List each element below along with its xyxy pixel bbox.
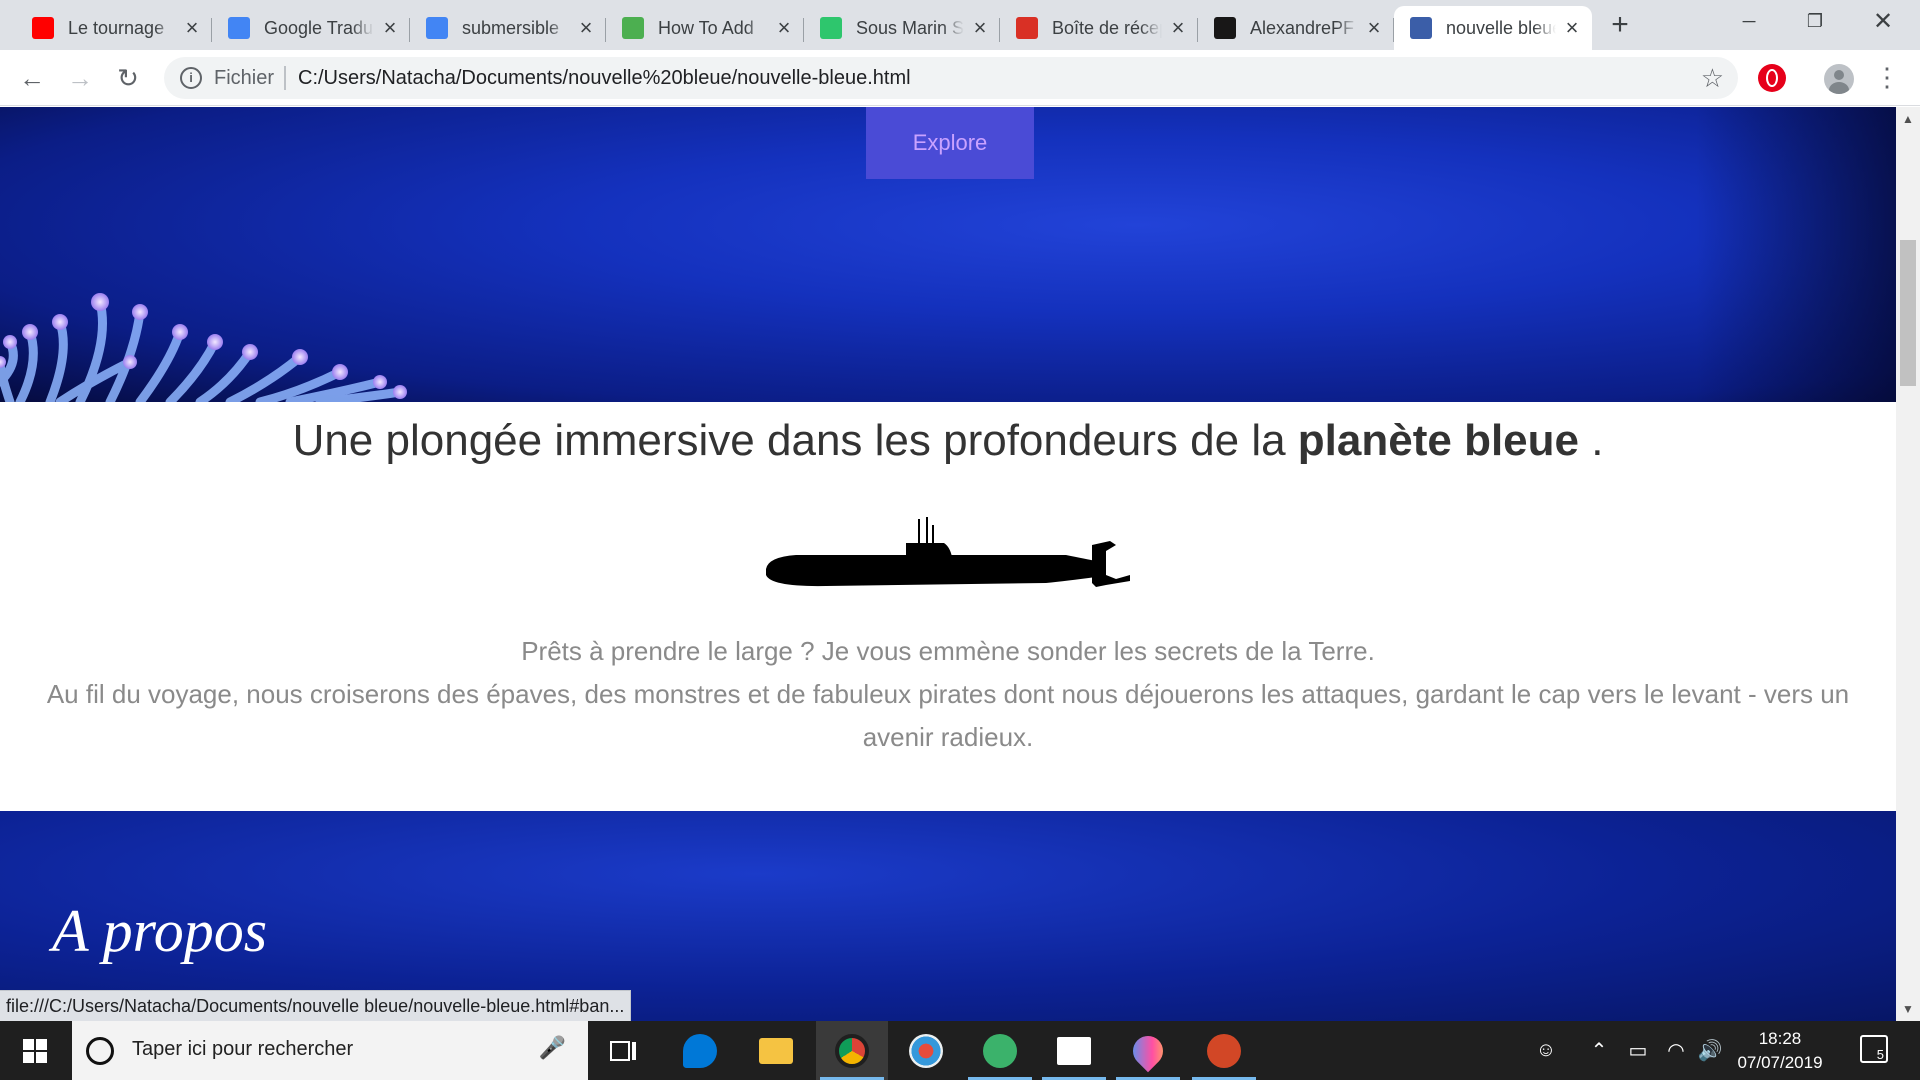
battery-icon[interactable]: ▭ xyxy=(1620,1021,1656,1080)
windows-taskbar: Taper ici pour rechercher 🎤 ☺ ⌃ ▭ ◠ 🔊 18… xyxy=(0,1021,1920,1080)
tab-1[interactable]: Google Traduction × xyxy=(212,6,410,50)
microphone-icon[interactable]: 🎤 xyxy=(539,1035,566,1061)
start-button[interactable] xyxy=(0,1021,70,1080)
cortana-icon xyxy=(86,1037,114,1065)
about-title: A propos xyxy=(52,898,268,964)
adblock-extension-icon[interactable] xyxy=(1758,64,1786,92)
tab-close-icon[interactable]: × xyxy=(1168,17,1188,39)
profile-avatar[interactable] xyxy=(1824,64,1854,94)
tab-0[interactable]: Le tournage × xyxy=(16,6,212,50)
tab-5[interactable]: Boîte de réception × xyxy=(1000,6,1198,50)
search-placeholder: Taper ici pour rechercher xyxy=(132,1038,354,1060)
w3schools-icon xyxy=(622,17,644,39)
powerpoint-icon xyxy=(1207,1033,1241,1068)
taskbar-clock[interactable]: 18:28 07/07/2019 xyxy=(1720,1027,1840,1075)
reload-button[interactable]: ↻ xyxy=(110,60,146,96)
forward-button[interactable]: → xyxy=(62,60,98,96)
clock-date: 07/07/2019 xyxy=(1737,1053,1823,1072)
page-icon xyxy=(1410,17,1432,39)
address-url[interactable]: C:/Users/Natacha/Documents/nouvelle%20bl… xyxy=(298,67,911,90)
tab-strip: Le tournage×Google Traduction×submersibl… xyxy=(0,0,1920,50)
new-tab-button[interactable]: + xyxy=(1604,10,1636,42)
anemone-image xyxy=(0,293,407,402)
task-view-button[interactable] xyxy=(588,1021,660,1080)
tab-6[interactable]: AlexandrePF × xyxy=(1198,6,1394,50)
tab-4[interactable]: Sous Marin S × xyxy=(804,6,1000,50)
restore-button[interactable]: ❐ xyxy=(1782,0,1848,42)
atom-icon xyxy=(983,1033,1017,1068)
clock-time: 18:28 xyxy=(1758,1029,1802,1048)
gmail-icon xyxy=(1016,17,1038,39)
page-scrollbar[interactable]: ▲ ▼ xyxy=(1896,107,1920,1021)
submarine-silhouette xyxy=(766,517,1130,587)
tab-title: Le tournage xyxy=(68,17,165,38)
tab-close-icon[interactable]: × xyxy=(380,17,400,39)
taskbar-atom[interactable] xyxy=(964,1021,1036,1080)
google-icon xyxy=(426,17,448,39)
info-icon[interactable]: i xyxy=(180,67,202,89)
taskbar-chrome[interactable] xyxy=(816,1021,888,1080)
tab-3[interactable]: How To Add × xyxy=(606,6,804,50)
taskbar-edge[interactable] xyxy=(664,1021,736,1080)
file-explorer-icon xyxy=(759,1037,793,1064)
tab-close-icon[interactable]: × xyxy=(1364,17,1384,39)
browser-toolbar: ← → ↻ i Fichier C:/Users/Natacha/Documen… xyxy=(0,50,1920,106)
explore-button[interactable]: Explore xyxy=(866,107,1034,179)
bookmark-star-icon[interactable]: ☆ xyxy=(1701,63,1724,94)
google-translate-icon xyxy=(228,17,250,39)
pixabay-icon xyxy=(820,17,842,39)
browser-menu-button[interactable]: ⋮ xyxy=(1874,62,1900,94)
tab-close-icon[interactable]: × xyxy=(970,17,990,39)
hero-banner: Explore xyxy=(0,107,1896,402)
tab-title: AlexandrePF xyxy=(1250,17,1355,38)
scroll-thumb[interactable] xyxy=(1900,240,1916,386)
taskbar-paint[interactable] xyxy=(890,1021,962,1080)
tab-7[interactable]: nouvelle bleue × xyxy=(1394,6,1592,50)
tab-2[interactable]: submersible × xyxy=(410,6,606,50)
taskbar-maps[interactable] xyxy=(1112,1021,1184,1080)
tab-title: submersible xyxy=(462,17,560,38)
paint-icon xyxy=(909,1033,943,1068)
page-viewport: Explore Une plongée immersive dans les p… xyxy=(0,107,1896,1021)
address-scheme: Fichier xyxy=(214,67,275,89)
intro-section: Une plongée immersive dans les profondeu… xyxy=(0,402,1896,811)
notification-center-icon[interactable]: 5 xyxy=(1860,1035,1888,1063)
windows-logo-icon xyxy=(23,1038,47,1063)
maps-pin-icon xyxy=(1126,1029,1170,1072)
tray-chevron-icon[interactable]: ⌃ xyxy=(1584,1021,1614,1080)
intro-line-1: Prêts à prendre le large ? Je vous emmèn… xyxy=(521,636,1375,666)
tab-close-icon[interactable]: × xyxy=(576,17,596,39)
tab-title: Google Traduction xyxy=(264,17,374,38)
tab-close-icon[interactable]: × xyxy=(774,17,794,39)
edge-icon xyxy=(683,1033,717,1068)
taskbar-powerpoint[interactable] xyxy=(1188,1021,1260,1080)
back-button[interactable]: ← xyxy=(14,60,50,96)
intro-paragraph: Prêts à prendre le large ? Je vous emmèn… xyxy=(40,630,1856,759)
tab-title: Sous Marin S xyxy=(856,17,964,38)
photos-icon xyxy=(1057,1036,1091,1065)
intro-line-2: Au fil du voyage, nous croiserons des ép… xyxy=(46,679,1850,752)
people-icon[interactable]: ☺ xyxy=(1526,1021,1566,1080)
close-window-button[interactable]: ✕ xyxy=(1850,0,1916,42)
youtube-icon xyxy=(32,17,54,39)
chrome-icon xyxy=(835,1033,869,1068)
status-bar-url: file:///C:/Users/Natacha/Documents/nouve… xyxy=(0,990,632,1021)
tab-title: nouvelle bleue xyxy=(1446,17,1556,38)
tab-title: How To Add xyxy=(658,17,754,38)
scroll-down-arrow-icon[interactable]: ▼ xyxy=(1896,997,1920,1021)
address-bar[interactable]: i Fichier C:/Users/Natacha/Documents/nou… xyxy=(164,57,1738,99)
wifi-icon[interactable]: ◠ xyxy=(1660,1021,1692,1080)
task-view-icon xyxy=(610,1040,636,1061)
taskbar-photos[interactable] xyxy=(1038,1021,1110,1080)
taskbar-explorer[interactable] xyxy=(740,1021,812,1080)
tab-close-icon[interactable]: × xyxy=(182,17,202,39)
tab-title: Boîte de réception xyxy=(1052,17,1162,38)
minimize-button[interactable]: ─ xyxy=(1716,0,1782,42)
page-tagline: Une plongée immersive dans les profondeu… xyxy=(292,416,1604,465)
github-icon xyxy=(1214,17,1236,39)
scroll-up-arrow-icon[interactable]: ▲ xyxy=(1896,107,1920,131)
tab-close-icon[interactable]: × xyxy=(1562,17,1582,39)
address-divider xyxy=(284,66,286,90)
taskbar-search[interactable]: Taper ici pour rechercher 🎤 xyxy=(72,1021,588,1080)
